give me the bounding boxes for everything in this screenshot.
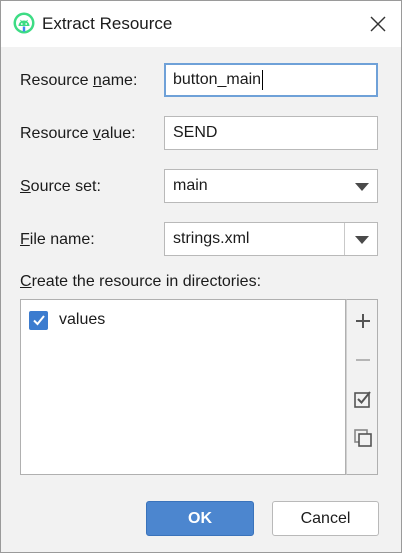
resource-value-label: Resource value: — [20, 125, 136, 142]
combo-divider — [344, 223, 345, 255]
list-toolbar — [346, 299, 378, 475]
text-caret — [262, 70, 264, 90]
resource-name-input[interactable]: button_main — [164, 63, 378, 97]
extract-resource-dialog: Extract Resource Resource name: button_m… — [0, 0, 402, 553]
select-all-button[interactable] — [351, 387, 375, 411]
ok-button[interactable]: OK — [146, 501, 254, 536]
resource-name-label: Resource name: — [20, 72, 138, 89]
source-set-value: main — [173, 177, 208, 194]
checkmark-icon — [32, 315, 45, 326]
minus-icon — [356, 359, 370, 361]
directories-list[interactable]: values — [20, 299, 346, 475]
android-studio-icon — [13, 12, 35, 34]
copy-icon — [354, 429, 372, 447]
source-set-label: Source set: — [20, 178, 101, 195]
source-set-dropdown[interactable]: main — [164, 169, 378, 203]
file-name-combobox[interactable]: strings.xml — [164, 222, 378, 256]
remove-button[interactable] — [351, 348, 375, 372]
chevron-down-icon — [355, 183, 369, 191]
copy-button[interactable] — [351, 426, 375, 450]
resource-value-input[interactable]: SEND — [164, 116, 378, 150]
add-button[interactable] — [351, 309, 375, 333]
values-checkbox[interactable] — [29, 310, 48, 330]
list-item[interactable]: values — [29, 308, 105, 332]
resource-value-value: SEND — [173, 124, 218, 141]
title-bar: Extract Resource — [1, 1, 401, 47]
chevron-down-icon[interactable] — [355, 236, 369, 244]
resource-name-value: button_main — [173, 71, 262, 88]
cancel-button[interactable]: Cancel — [272, 501, 379, 536]
close-button[interactable] — [363, 9, 393, 39]
close-icon — [370, 16, 386, 32]
file-name-label: File name: — [20, 231, 95, 248]
file-name-value: strings.xml — [173, 230, 250, 247]
plus-icon — [356, 314, 370, 328]
checklist-icon — [354, 391, 371, 408]
list-item-label: values — [59, 311, 106, 328]
directories-label: Create the resource in directories: — [20, 273, 262, 290]
dialog-title: Extract Resource — [42, 14, 173, 33]
